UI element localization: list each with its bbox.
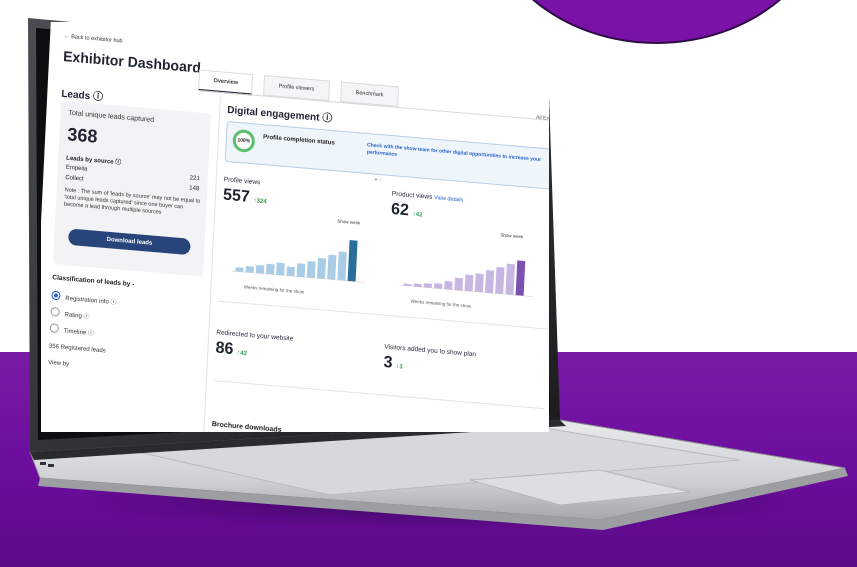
section-divider-2: [213, 380, 544, 410]
bar: [454, 277, 463, 291]
visitors-value: 3: [383, 353, 393, 372]
product-views-delta: ↑42: [412, 211, 423, 219]
total-leads-label: Total unique leads captured: [68, 109, 155, 125]
bar: [265, 263, 275, 275]
radio-empty-icon: [50, 306, 60, 317]
product-chart-caption: Weeks remaining for the show: [410, 298, 472, 309]
banner-message: Check with the show team for other digit…: [366, 142, 542, 164]
radio-label: Rating ⓘ: [64, 312, 90, 321]
profile-views-metric: 557 ↑324: [223, 186, 268, 208]
bar: [484, 270, 495, 294]
source-value: 148: [189, 185, 200, 193]
bar: [286, 266, 295, 277]
profile-views-value: 557: [222, 186, 251, 206]
bar: [433, 283, 443, 289]
bar: [327, 254, 337, 280]
carousel-dots[interactable]: ● ○: [374, 177, 382, 184]
bar: [505, 263, 515, 295]
section-divider: [217, 300, 548, 330]
classification-heading: Classification of leads by -: [52, 274, 135, 289]
completion-banner: 100% Profile completion status Check wit…: [224, 121, 549, 191]
bar: [306, 261, 316, 279]
radio-timeline[interactable]: Timeline ⓘ: [49, 323, 95, 338]
leads-note: Note : The sum of 'leads by source' may …: [63, 187, 201, 216]
product-views-value: 62: [390, 200, 410, 220]
dashboard-screen: ← Back to exhibitor hub Exhibitor Dashbo…: [41, 22, 549, 432]
exhibits-filter[interactable]: All Exhibits ⊞: [536, 115, 549, 124]
source-value: 221: [189, 175, 200, 183]
registered-leads-count: 356 Registered leads: [48, 343, 106, 355]
profile-views-delta: ↑324: [253, 198, 267, 206]
download-leads-button[interactable]: Download leads: [68, 228, 191, 256]
completion-label: Profile completion status: [262, 134, 335, 147]
radio-selected-icon: [51, 290, 61, 301]
radio-label: Timeline ⓘ: [63, 328, 95, 338]
bar: [296, 263, 306, 278]
digital-engagement-heading: Digital engagement ⓘ: [226, 104, 333, 125]
bar: [255, 264, 265, 274]
bar: [316, 257, 326, 279]
source-name: Empeiia: [65, 164, 88, 173]
bar: [235, 267, 244, 272]
product-views-metric: 62 ↑42: [391, 201, 423, 222]
bar: [464, 274, 474, 292]
bar: [347, 240, 358, 282]
visitors-delta: ↑3: [396, 363, 403, 371]
back-link[interactable]: ← Back to exhibitor hub: [64, 33, 123, 44]
product-views-chart: [399, 260, 534, 297]
radio-registration-info[interactable]: Registration info ⓘ: [51, 290, 117, 307]
bar: [276, 262, 285, 276]
total-leads-value: 368: [66, 123, 98, 147]
product-views-label: Product views: [391, 190, 433, 201]
profile-views-label: Profile views: [223, 176, 261, 187]
radio-label: Registration info ⓘ: [65, 295, 117, 307]
page-title: Exhibitor Dashboard: [62, 47, 202, 76]
leads-card: Total unique leads captured 368 Leads by…: [53, 100, 211, 277]
radio-empty-icon: [49, 323, 60, 334]
brochure-downloads-label: Brochure downloads: [211, 420, 282, 432]
bar: [423, 283, 433, 288]
show-week-label: Show week: [337, 218, 361, 226]
bar: [495, 266, 505, 295]
completion-ring: 100%: [232, 128, 256, 154]
profile-views-chart: [231, 240, 366, 283]
radio-rating[interactable]: Rating ⓘ: [50, 306, 90, 321]
redirected-metric: 86 ↑42: [215, 339, 247, 360]
bar: [444, 280, 453, 290]
view-by-label: View by: [48, 359, 70, 368]
bar: [337, 251, 347, 281]
profile-chart-caption: Weeks remaining for the show: [243, 284, 305, 295]
bar: [245, 266, 254, 273]
view-details-link[interactable]: View details: [434, 195, 464, 204]
bar: [474, 273, 484, 293]
show-week-label-2: Show week: [500, 232, 524, 240]
visitors-metric: 3 ↑3: [383, 354, 403, 374]
laptop-screen: ← Back to exhibitor hub Exhibitor Dashbo…: [41, 22, 549, 432]
redirected-delta: ↑42: [237, 350, 248, 358]
source-name: Collect: [65, 174, 84, 183]
bar: [515, 260, 526, 296]
leads-by-source-label: Leads by source ⓘ: [66, 155, 122, 167]
exhibits-filter-label: All Exhibits: [535, 114, 549, 123]
redirected-value: 86: [215, 339, 234, 359]
